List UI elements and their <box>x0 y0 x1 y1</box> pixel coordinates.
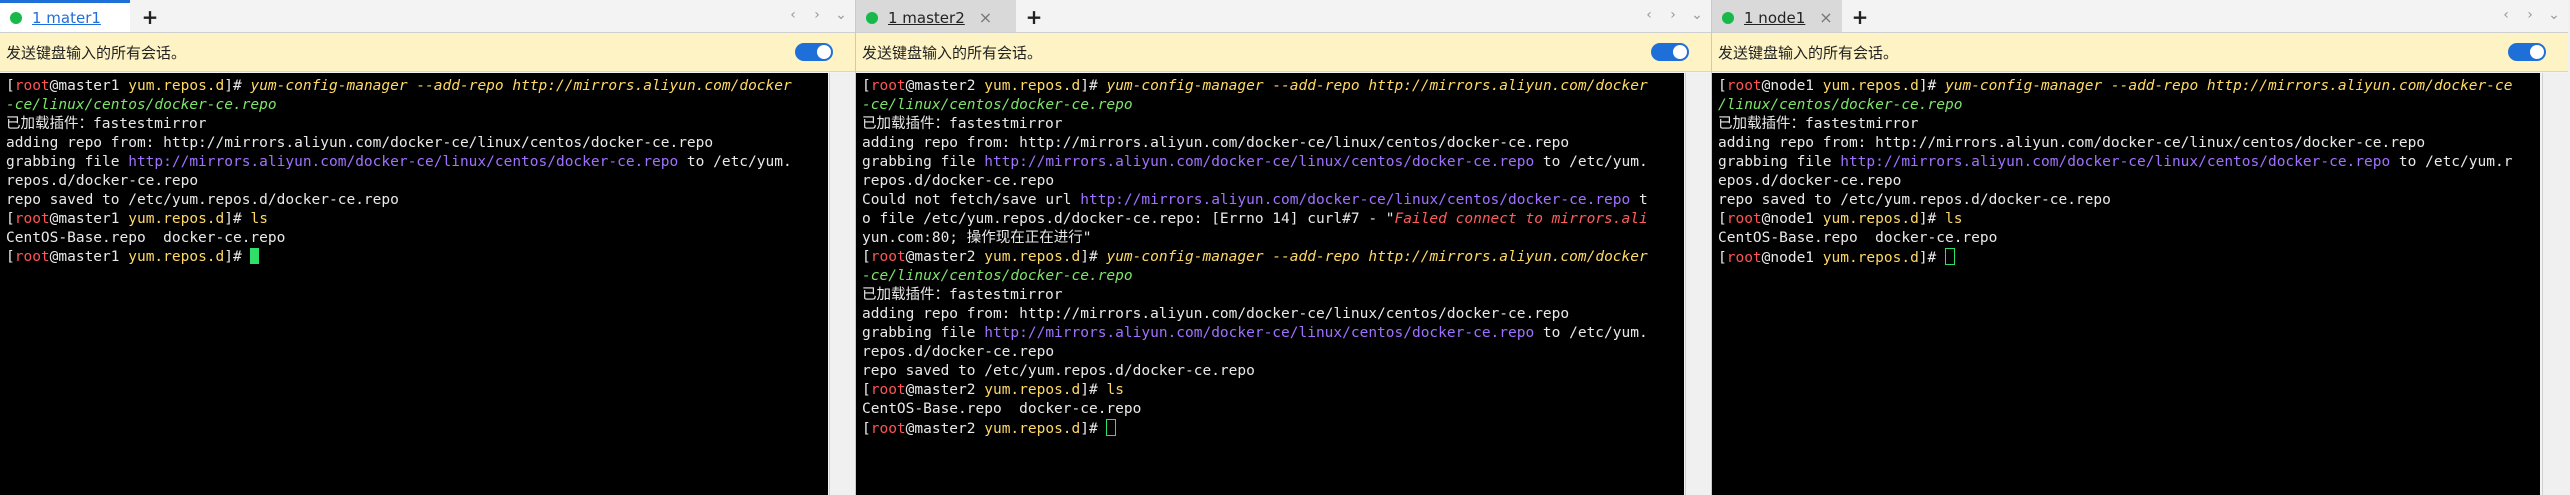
terminal-line: [root@master2 yum.repos.d]# yum-config-m… <box>862 249 1648 265</box>
green-dot-icon <box>866 11 878 24</box>
chevron-right-icon[interactable]: › <box>1667 7 1679 23</box>
tab-mater1[interactable]: 1 mater1 <box>0 0 130 32</box>
terminal-line: grabbing file http://mirrors.aliyun.com/… <box>862 325 1648 341</box>
terminal-line: epos.d/docker-ce.repo <box>1718 173 1902 189</box>
plus-icon[interactable]: + <box>1024 5 1044 29</box>
chevron-right-icon[interactable]: › <box>2524 7 2536 23</box>
chevron-down-icon[interactable]: ⌄ <box>2548 7 2560 23</box>
terminal-line: grabbing file http://mirrors.aliyun.com/… <box>1718 154 2513 170</box>
tab-label: 1 master2 <box>888 8 965 27</box>
pane-node1: 1 node1 × + ‹ › ⌄ 发送键盘输入的所有会话。 [root@nod… <box>1712 0 2568 495</box>
broadcast-notice-bar: 发送键盘输入的所有会话。 <box>1712 33 2568 72</box>
plus-icon[interactable]: + <box>140 5 160 29</box>
terminal-line: [root@master2 yum.repos.d]# <box>862 419 1678 438</box>
notice-text: 发送键盘输入的所有会话。 <box>862 43 1043 62</box>
terminal-line: [root@node1 yum.repos.d]# ls <box>1718 211 1963 227</box>
terminal-line: 已加载插件：fastestmirror <box>862 116 1063 132</box>
terminal-line: o file /etc/yum.repos.d/docker-ce.repo: … <box>862 211 1648 227</box>
toggle-icon[interactable] <box>795 43 833 61</box>
terminal-line: -ce/linux/centos/docker-ce.repo <box>862 97 1133 113</box>
terminal-line: adding repo from: http://mirrors.aliyun.… <box>6 135 714 151</box>
chevron-left-icon[interactable]: ‹ <box>1643 7 1655 23</box>
terminal-line: repos.d/docker-ce.repo <box>6 173 199 189</box>
scrollbar[interactable] <box>2542 73 2568 495</box>
tab-label: 1 mater1 <box>32 8 101 27</box>
terminal-line: yun.com:80; 操作现在正在进行" <box>862 230 1092 246</box>
chevron-left-icon[interactable]: ‹ <box>787 7 799 23</box>
green-dot-icon <box>1722 11 1734 24</box>
terminal-line: 已加载插件：fastestmirror <box>1718 116 1919 132</box>
tab-label: 1 node1 <box>1744 8 1806 27</box>
tab-nav: ‹ › ⌄ <box>787 7 847 23</box>
terminal-line: adding repo from: http://mirrors.aliyun.… <box>862 135 1570 151</box>
notice-text: 发送键盘输入的所有会话。 <box>6 43 187 62</box>
terminal-line: adding repo from: http://mirrors.aliyun.… <box>862 306 1570 322</box>
terminal-line: -ce/linux/centos/docker-ce.repo <box>6 97 277 113</box>
terminal-line: /linux/centos/docker-ce.repo <box>1718 97 1963 113</box>
terminal-line: 已加载插件：fastestmirror <box>6 116 207 132</box>
terminal-line: [root@node1 yum.repos.d]# yum-config-man… <box>1718 78 2513 94</box>
broadcast-notice-bar: 发送键盘输入的所有会话。 <box>0 33 855 72</box>
terminal-line: repos.d/docker-ce.repo <box>862 173 1055 189</box>
scrollbar[interactable] <box>1685 73 1711 495</box>
toggle-icon[interactable] <box>1651 43 1689 61</box>
chevron-down-icon[interactable]: ⌄ <box>1691 7 1703 23</box>
terminal-panes: 1 mater1 + ‹ › ⌄ 发送键盘输入的所有会话。 [root@mast… <box>0 0 2570 495</box>
tab-nav: ‹ › ⌄ <box>2500 7 2560 23</box>
terminal-line: adding repo from: http://mirrors.aliyun.… <box>1718 135 2426 151</box>
terminal-output[interactable]: [root@node1 yum.repos.d]# yum-config-man… <box>1712 73 2540 495</box>
pane-master2: 1 master2 × + ‹ › ⌄ 发送键盘输入的所有会话。 [root@m… <box>856 0 1712 495</box>
chevron-down-icon[interactable]: ⌄ <box>835 7 847 23</box>
terminal-output[interactable]: [root@master2 yum.repos.d]# yum-config-m… <box>856 73 1684 495</box>
terminal-line: CentOS-Base.repo docker-ce.repo <box>6 230 286 246</box>
terminal-line: 已加载插件：fastestmirror <box>862 287 1063 303</box>
terminal-line: repo saved to /etc/yum.repos.d/docker-ce… <box>1718 192 2111 208</box>
terminal-line: repo saved to /etc/yum.repos.d/docker-ce… <box>6 192 399 208</box>
terminal-line: repo saved to /etc/yum.repos.d/docker-ce… <box>862 363 1255 379</box>
terminal-line: [root@master1 yum.repos.d]# ls <box>6 211 268 227</box>
tab-nav: ‹ › ⌄ <box>1643 7 1703 23</box>
terminal-line: [root@master2 yum.repos.d]# ls <box>862 382 1124 398</box>
terminal-line: [root@master1 yum.repos.d]# <box>6 248 822 267</box>
terminal-line: CentOS-Base.repo docker-ce.repo <box>1718 230 1998 246</box>
broadcast-notice-bar: 发送键盘输入的所有会话。 <box>856 33 1711 72</box>
close-icon[interactable]: × <box>979 8 992 27</box>
cursor <box>250 248 260 264</box>
terminal-line: Could not fetch/save url http://mirrors.… <box>862 192 1648 208</box>
tab-bar: 1 node1 × + ‹ › ⌄ <box>1712 0 2568 33</box>
tab-bar: 1 mater1 + ‹ › ⌄ <box>0 0 855 33</box>
cursor <box>1106 419 1117 436</box>
terminal-output[interactable]: [root@master1 yum.repos.d]# yum-config-m… <box>0 73 828 495</box>
tab-bar: 1 master2 × + ‹ › ⌄ <box>856 0 1711 33</box>
terminal-line: grabbing file http://mirrors.aliyun.com/… <box>6 154 792 170</box>
pane-mater1: 1 mater1 + ‹ › ⌄ 发送键盘输入的所有会话。 [root@mast… <box>0 0 856 495</box>
notice-text: 发送键盘输入的所有会话。 <box>1718 43 1899 62</box>
terminal-line: [root@node1 yum.repos.d]# <box>1718 248 2534 267</box>
terminal-line: -ce/linux/centos/docker-ce.repo <box>862 268 1133 284</box>
tab-master2[interactable]: 1 master2 × <box>856 0 1016 32</box>
terminal-line: grabbing file http://mirrors.aliyun.com/… <box>862 154 1648 170</box>
cursor <box>1945 248 1956 265</box>
chevron-right-icon[interactable]: › <box>811 7 823 23</box>
toggle-icon[interactable] <box>2508 43 2546 61</box>
tab-node1[interactable]: 1 node1 × <box>1712 0 1842 32</box>
terminal-line: [root@master1 yum.repos.d]# yum-config-m… <box>6 78 792 94</box>
terminal-line: repos.d/docker-ce.repo <box>862 344 1055 360</box>
green-dot-icon <box>10 11 22 24</box>
terminal-line: [root@master2 yum.repos.d]# yum-config-m… <box>862 78 1648 94</box>
plus-icon[interactable]: + <box>1850 5 1870 29</box>
close-icon[interactable]: × <box>1819 8 1832 27</box>
scrollbar[interactable] <box>829 73 855 495</box>
chevron-left-icon[interactable]: ‹ <box>2500 7 2512 23</box>
terminal-line: CentOS-Base.repo docker-ce.repo <box>862 401 1142 417</box>
